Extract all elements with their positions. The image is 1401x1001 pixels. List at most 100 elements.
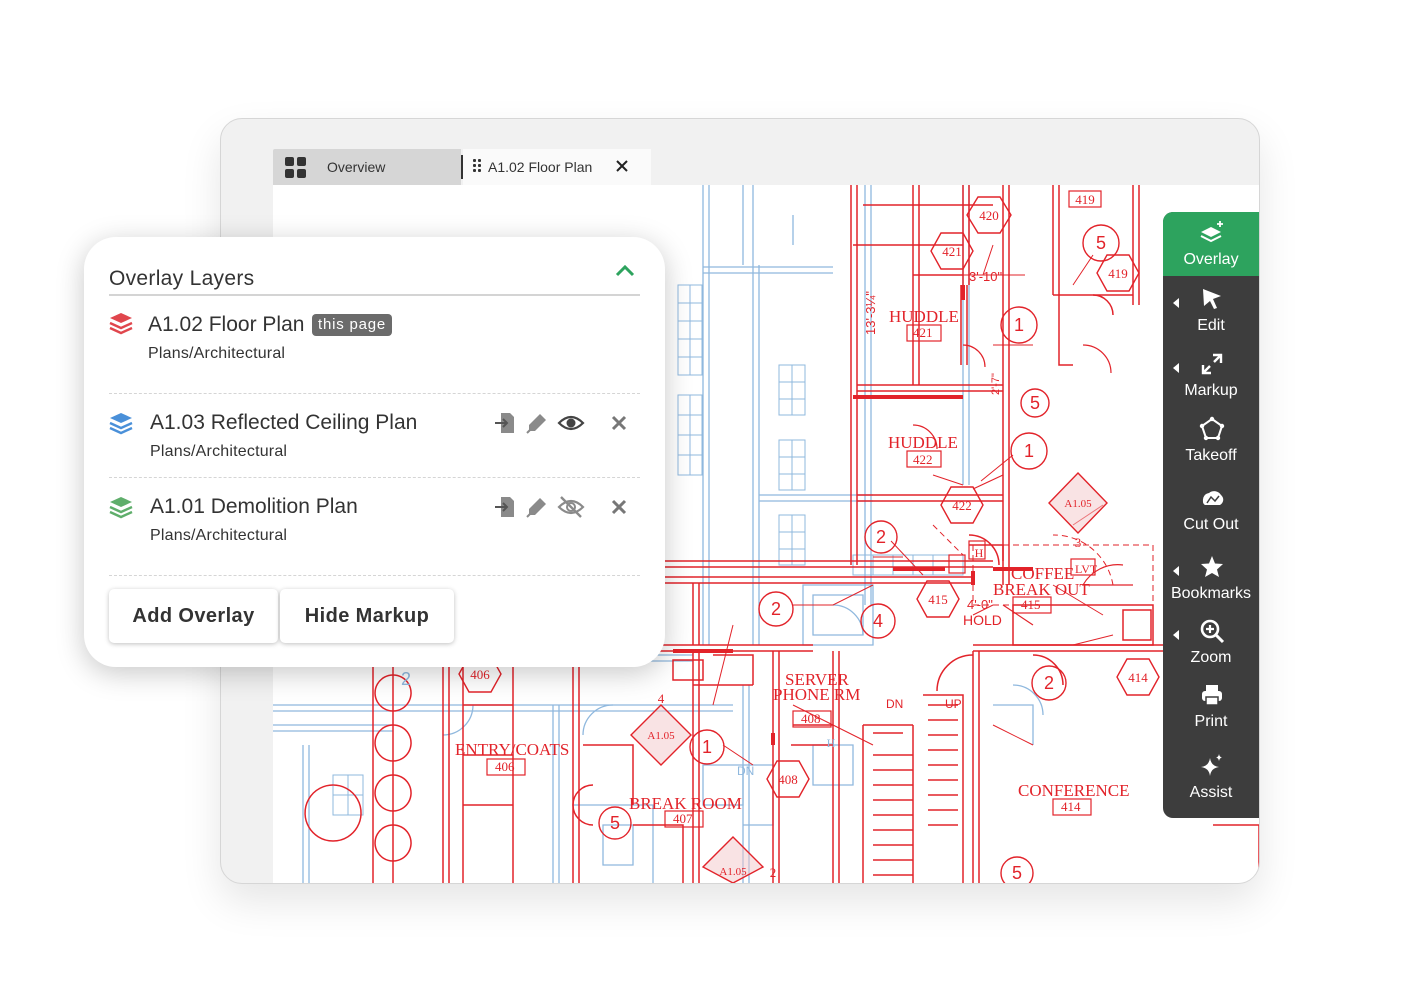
tool-assist-label: Assist: [1189, 784, 1233, 801]
tool-bookmarks[interactable]: Bookmarks: [1163, 546, 1259, 610]
hold-label: HOLD: [963, 612, 1002, 628]
tab-floor-plan[interactable]: A1.02 Floor Plan: [463, 149, 651, 185]
pencil-icon[interactable]: [525, 495, 549, 519]
chevron-up-icon[interactable]: [614, 263, 636, 279]
this-page-badge: this page: [312, 314, 393, 336]
tab-overview[interactable]: Overview: [273, 149, 461, 185]
tool-assist[interactable]: Assist: [1163, 745, 1259, 809]
tool-print-label: Print: [1194, 713, 1228, 730]
layer-row-floor-plan: A1.02 Floor Plan this page Plans/Archite…: [109, 307, 640, 377]
stair-dn-label: DN: [886, 697, 903, 711]
room-421-number: 421: [913, 325, 933, 340]
room-huddle-421-label: HUDDLE: [889, 307, 959, 326]
caret-left-icon: [1173, 363, 1179, 373]
polygon-icon: [1199, 416, 1225, 441]
dimension-short: 2'-7": [990, 373, 1002, 395]
keynote-2a: 2: [876, 527, 886, 547]
layer-name: A1.01 Demolition Plan: [150, 495, 358, 518]
tool-overlay-label: Overlay: [1183, 251, 1239, 268]
printer-icon: [1202, 685, 1222, 706]
layers-icon: [109, 313, 133, 335]
eye-icon[interactable]: [557, 411, 585, 435]
keynote-2c: 2: [1044, 673, 1054, 693]
tool-print[interactable]: Print: [1163, 674, 1259, 738]
tag-406: 406: [470, 667, 490, 682]
layer-separator: [109, 393, 640, 394]
panel-divider: [109, 294, 640, 296]
ref-num-4: 4: [658, 691, 665, 706]
room-conference-label: CONFERENCE: [1018, 781, 1129, 800]
caret-left-icon: [1173, 630, 1179, 640]
layer-path: Plans/Architectural: [148, 345, 286, 362]
room-entry-label: ENTRY/COATS: [455, 740, 569, 759]
pencil-icon[interactable]: [525, 411, 549, 435]
layer-row-ceiling-plan: A1.03 Reflected Ceiling Plan Plans/Archi…: [109, 405, 640, 475]
room-422-number: 422: [913, 452, 933, 467]
grid-icon: [285, 157, 307, 179]
hide-markup-button[interactable]: Hide Markup: [280, 589, 454, 643]
tool-cutout[interactable]: Cut Out: [1163, 477, 1259, 541]
keynote-1c: 1: [702, 737, 712, 757]
tool-edit[interactable]: Edit: [1163, 278, 1259, 342]
tag-420: 420: [979, 208, 999, 223]
tool-bookmarks-label: Bookmarks: [1170, 585, 1252, 602]
door-h-1: H: [975, 546, 984, 560]
dimension-side: 13'-3¼": [863, 291, 878, 335]
layers-plus-icon: [1200, 221, 1223, 243]
keynote-4: 4: [873, 611, 883, 631]
add-overlay-button[interactable]: Add Overlay: [109, 589, 278, 643]
ref-a105-1: A1.05: [1064, 498, 1092, 510]
keynote-1a: 1: [1014, 315, 1024, 335]
star-icon: [1201, 556, 1223, 577]
sparkle-icon: [1201, 754, 1222, 776]
tool-takeoff-label: Takeoff: [1185, 447, 1237, 464]
drag-handle-icon[interactable]: [473, 159, 483, 173]
ref-num-2: 2: [770, 865, 777, 880]
right-toolbar: Overlay Edit Markup Takeoff Cut Out Book…: [1163, 212, 1259, 818]
ref-a105-3: A1.05: [719, 866, 747, 878]
tag-408: 408: [778, 772, 798, 787]
stair-up-label: UP: [945, 697, 962, 711]
remove-icon[interactable]: [609, 497, 629, 517]
cursor-icon: [1203, 289, 1221, 309]
close-icon[interactable]: [613, 157, 631, 175]
zoom-in-icon: [1200, 619, 1225, 644]
room-407-number: 407: [673, 811, 693, 826]
tag-419b: 419: [1108, 266, 1128, 281]
export-file-icon[interactable]: [493, 411, 517, 435]
layer-name: A1.03 Reflected Ceiling Plan: [150, 411, 418, 434]
tool-overlay[interactable]: Overlay: [1163, 212, 1259, 276]
hold-dimension: 4'-0": [967, 597, 993, 612]
tool-cutout-label: Cut Out: [1183, 516, 1239, 533]
layer-path: Plans/Architectural: [150, 527, 288, 544]
room-414-number: 414: [1061, 799, 1081, 814]
remove-icon[interactable]: [609, 413, 629, 433]
keynote-5a: 5: [1096, 233, 1106, 253]
tool-zoom-label: Zoom: [1190, 649, 1232, 666]
tool-markup[interactable]: Markup: [1163, 343, 1259, 407]
tag-419a: 419: [1075, 192, 1095, 207]
layer-separator: [109, 477, 640, 478]
dimension-top: 3'-10": [969, 269, 1003, 284]
tool-edit-label: Edit: [1197, 317, 1225, 334]
room-breakout-label: BREAK OUT: [993, 580, 1090, 599]
caret-left-icon: [1173, 298, 1179, 308]
keynote-5d: 5: [1012, 863, 1022, 883]
layer-separator: [109, 575, 640, 576]
tool-zoom[interactable]: Zoom: [1163, 610, 1259, 674]
room-408-number: 408: [801, 711, 821, 726]
tab-overview-label: Overview: [327, 159, 386, 175]
tool-takeoff[interactable]: Takeoff: [1163, 408, 1259, 472]
room-huddle-422-label: HUDDLE: [888, 433, 958, 452]
layers-icon: [109, 413, 133, 435]
tag-421: 421: [942, 244, 962, 259]
overlay-layers-panel: Overlay Layers A1.02 Floor Plan this pag…: [84, 237, 665, 667]
cutout-icon: [1202, 491, 1224, 505]
export-file-icon[interactable]: [493, 495, 517, 519]
keynote-2d: 2: [401, 669, 411, 689]
panel-title: Overlay Layers: [109, 267, 255, 290]
room-406-number: 406: [495, 759, 515, 774]
tab-floor-plan-label: A1.02 Floor Plan: [488, 159, 593, 175]
tool-markup-label: Markup: [1184, 382, 1238, 399]
eye-off-icon[interactable]: [557, 495, 585, 519]
